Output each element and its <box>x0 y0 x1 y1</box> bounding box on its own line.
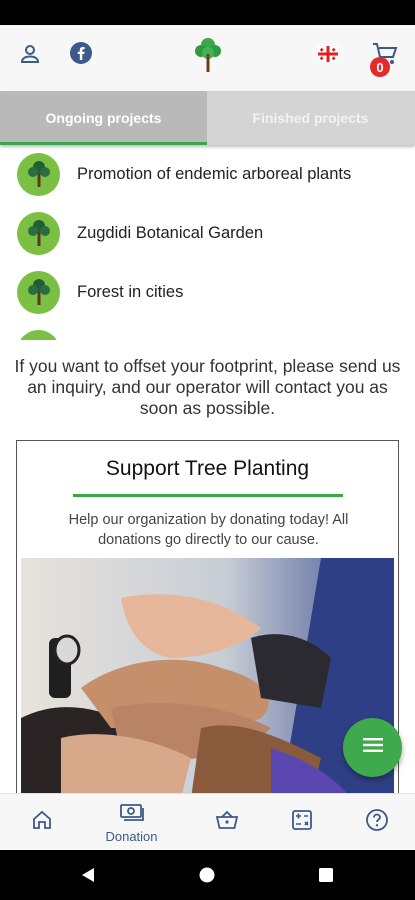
tree-avatar-icon <box>17 211 60 255</box>
facebook-icon[interactable] <box>70 42 92 69</box>
recents-icon[interactable] <box>319 868 333 887</box>
list-item-label: Zugdidi Botanical Garden <box>77 223 264 242</box>
app-bar: 0 <box>0 25 415 91</box>
tab-finished-projects[interactable]: Finished projects <box>207 91 414 145</box>
basket-icon <box>215 809 239 836</box>
card-divider <box>73 494 343 497</box>
system-navigation-bar <box>0 850 415 900</box>
nav-donation[interactable]: Donation <box>90 794 173 851</box>
nav-label: Donation <box>105 828 158 844</box>
cart-count-badge: 0 <box>370 57 390 77</box>
app-screen: 0 Ongoing projects Finished projects Pro… <box>0 0 415 900</box>
calculator-icon <box>291 809 313 836</box>
list-item[interactable]: Zugdidi Botanical Garden <box>17 211 263 255</box>
offset-notice: If you want to offset your footprint, pl… <box>14 356 401 418</box>
nav-calculator[interactable] <box>260 794 343 851</box>
tree-avatar-icon <box>17 152 60 196</box>
tab-label: Ongoing projects <box>45 110 162 126</box>
card-text: Help our organization by donating today!… <box>68 512 349 548</box>
list-item[interactable]: Forest in cities <box>17 270 183 314</box>
card-title: Support Tree Planting <box>105 457 310 480</box>
user-icon[interactable] <box>19 43 41 70</box>
tab-ongoing-projects[interactable]: Ongoing projects <box>0 91 207 145</box>
tree-logo-icon[interactable] <box>194 36 222 79</box>
list-item[interactable] <box>17 329 60 340</box>
back-icon[interactable] <box>80 867 96 888</box>
bottom-navigation: Donation <box>0 793 415 850</box>
georgian-flag-icon[interactable] <box>318 46 338 67</box>
tab-label: Finished projects <box>252 110 369 126</box>
status-bar <box>0 0 415 25</box>
project-tabs: Ongoing projects Finished projects <box>0 91 415 145</box>
home-circle-icon[interactable] <box>199 867 215 888</box>
donation-icon <box>119 802 145 827</box>
hands-photo <box>21 558 394 794</box>
nav-basket[interactable] <box>185 794 268 851</box>
tree-avatar-icon <box>17 329 60 340</box>
support-card: Support Tree Planting Help our organizat… <box>16 440 399 795</box>
nav-home[interactable] <box>0 794 83 851</box>
help-icon <box>365 808 389 837</box>
list-item-label: Promotion of endemic arboreal plants <box>77 164 352 183</box>
menu-fab-button[interactable] <box>343 718 402 777</box>
menu-icon <box>362 737 383 758</box>
list-item[interactable]: Promotion of endemic arboreal plants <box>17 152 351 196</box>
home-icon <box>31 809 53 836</box>
list-item-label: Forest in cities <box>77 282 184 301</box>
tree-avatar-icon <box>17 270 60 314</box>
tab-indicator <box>0 142 207 145</box>
nav-help[interactable] <box>335 794 415 851</box>
project-list[interactable]: Promotion of endemic arboreal plants Zug… <box>0 148 415 340</box>
